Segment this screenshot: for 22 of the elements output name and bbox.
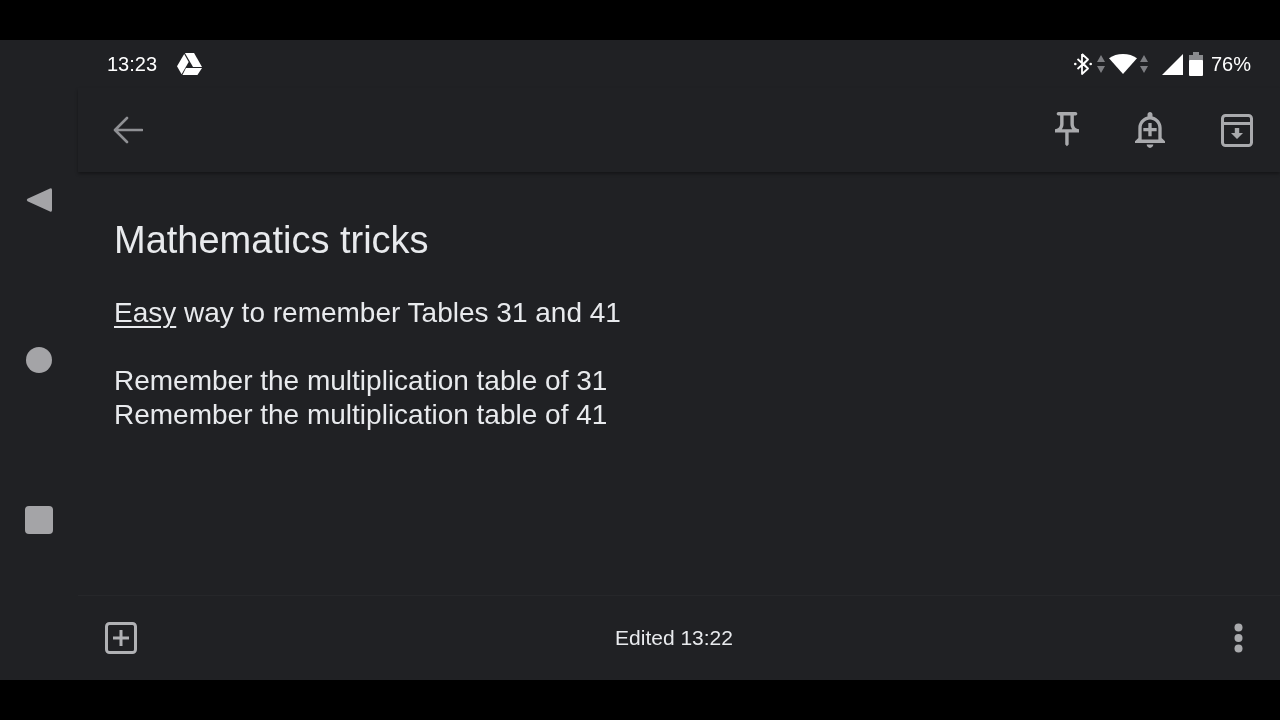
back-nav-icon[interactable] xyxy=(26,186,52,214)
note-text-line: Easy way to remember Tables 31 and 41 xyxy=(114,296,621,330)
edited-timestamp: Edited 13:22 xyxy=(615,625,733,651)
battery-icon xyxy=(1188,52,1203,76)
back-arrow-icon[interactable] xyxy=(113,116,143,144)
note-title: Mathematics tricks xyxy=(114,218,429,263)
wifi-icon xyxy=(1108,54,1137,74)
data-activity-icon xyxy=(1139,55,1148,73)
cell-signal-icon xyxy=(1161,53,1183,75)
add-box-icon[interactable] xyxy=(105,622,137,654)
pin-icon[interactable] xyxy=(1055,112,1079,148)
add-reminder-bell-icon[interactable] xyxy=(1135,112,1165,148)
battery-percentage: 76% xyxy=(1210,52,1251,76)
home-nav-icon[interactable] xyxy=(26,347,52,373)
more-options-icon[interactable] xyxy=(1234,623,1243,653)
data-activity-icon xyxy=(1096,55,1105,73)
status-time: 13:23 xyxy=(107,52,158,76)
archive-icon[interactable] xyxy=(1221,113,1253,147)
bluetooth-icon xyxy=(1073,53,1092,75)
drive-icon xyxy=(177,53,203,75)
note-text-line: Remember the multiplication table of 31 xyxy=(114,364,608,398)
note-text-line: Remember the multiplication table of 41 xyxy=(114,398,608,432)
